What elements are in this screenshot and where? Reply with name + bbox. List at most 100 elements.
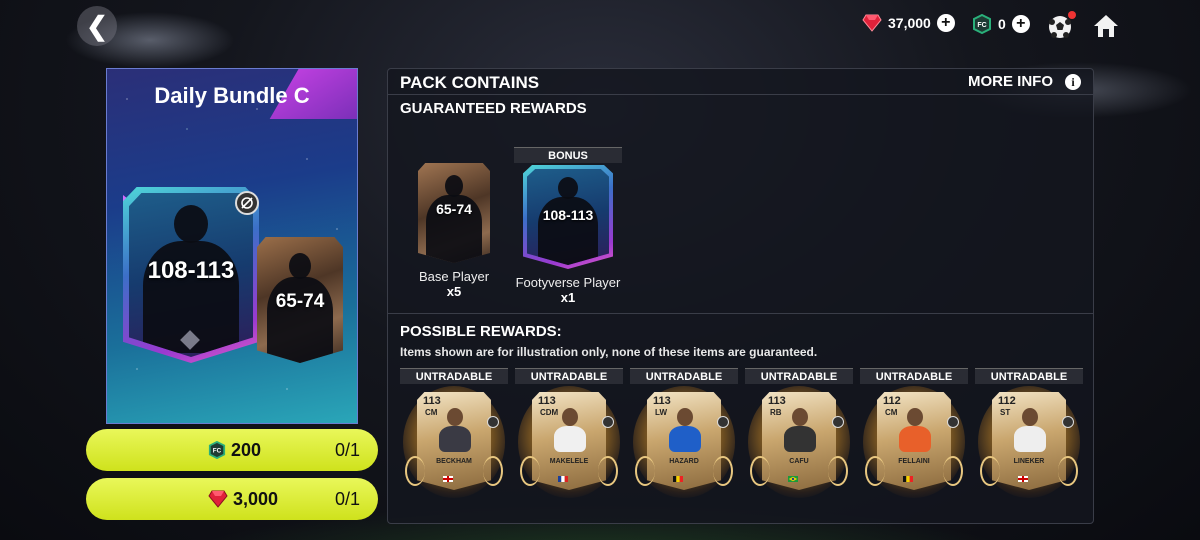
reward-rating: 65-74: [436, 201, 472, 217]
player-silhouette-head: [289, 253, 311, 279]
gem-amount: 37,000: [888, 15, 931, 31]
laurel-left: [980, 456, 1000, 486]
base-player-card: 65-74: [257, 237, 343, 363]
player-silhouette-head: [445, 175, 463, 197]
player-portrait-head: [677, 408, 693, 426]
base-rating-range: 65-74: [275, 291, 325, 312]
player-portrait-head: [907, 408, 923, 426]
home-icon[interactable]: [1092, 12, 1120, 40]
untradable-icon: [947, 416, 959, 428]
player-card: 112 ST LINEKER: [978, 386, 1080, 498]
reward-count: x1: [560, 290, 576, 305]
laurel-right: [483, 456, 503, 486]
possible-reward-card[interactable]: UNTRADABLE 113 LW HAZARD: [630, 368, 738, 498]
untradable-tag: UNTRADABLE: [515, 368, 623, 384]
untradable-tag: UNTRADABLE: [975, 368, 1083, 384]
possible-reward-card[interactable]: UNTRADABLE 113 CDM MAKELELE: [515, 368, 623, 498]
buy-with-gems-button[interactable]: 3,000 0/1: [86, 478, 378, 520]
gem-price-value: 3,000: [233, 488, 279, 509]
player-card: 113 CDM MAKELELE: [518, 386, 620, 498]
gem-balance: 37,000 +: [862, 14, 955, 32]
player-portrait-body: [899, 426, 931, 452]
section-divider: [388, 313, 1093, 314]
player-portrait-body: [669, 426, 701, 452]
possible-reward-card[interactable]: UNTRADABLE 112 CM FELLAINI: [860, 368, 968, 498]
reward-rating: 108-113: [542, 207, 594, 223]
add-gems-plus-icon[interactable]: +: [936, 14, 955, 32]
pack-contents-panel: PACK CONTAINS MORE INFO i GUARANTEED REW…: [387, 68, 1094, 524]
player-card: 113 CM BECKHAM: [403, 386, 505, 498]
footyverse-rating-range: 108-113: [147, 257, 235, 284]
notification-dot: [1068, 11, 1076, 19]
player-silhouette-head: [558, 177, 578, 199]
player-portrait-body: [784, 426, 816, 452]
laurel-left: [520, 456, 540, 486]
possible-rewards-title: POSSIBLE REWARDS:: [400, 323, 562, 340]
chevron-left-icon: ❮: [86, 10, 108, 41]
possible-reward-card[interactable]: UNTRADABLE 113 RB CAFU: [745, 368, 853, 498]
laurel-left: [750, 456, 770, 486]
player-ovr: 113: [423, 395, 441, 407]
possible-reward-card[interactable]: UNTRADABLE 112 ST LINEKER: [975, 368, 1083, 498]
laurel-right: [598, 456, 618, 486]
untradable-icon: [235, 191, 259, 215]
gem-icon: [208, 490, 228, 508]
player-portrait-head: [792, 408, 808, 426]
belgium-flag-icon: [673, 469, 683, 482]
untradable-tag: UNTRADABLE: [745, 368, 853, 384]
reward-footyverse-player[interactable]: BONUS 108-113 Footyverse Player x1: [514, 147, 622, 305]
player-position: LW: [655, 408, 667, 417]
untradable-tag: UNTRADABLE: [860, 368, 968, 384]
player-portrait-body: [554, 426, 586, 452]
player-portrait-body: [1014, 426, 1046, 452]
player-card: 112 CM FELLAINI: [863, 386, 965, 498]
pack-artwork: Daily Bundle C 108-113 65-74: [106, 68, 358, 424]
player-portrait-head: [1022, 408, 1038, 426]
player-portrait-head: [447, 408, 463, 426]
france-flag-icon: [558, 469, 568, 482]
footyverse-card: 108-113: [523, 165, 613, 269]
token-icon: FC: [972, 14, 992, 34]
player-position: CM: [425, 408, 438, 417]
token-icon: FC: [208, 441, 226, 459]
guaranteed-rewards-title: GUARANTEED REWARDS: [400, 100, 587, 117]
untradable-icon: [1062, 416, 1074, 428]
svg-text:FC: FC: [977, 22, 986, 29]
untradable-tag: UNTRADABLE: [400, 368, 508, 384]
laurel-left: [865, 456, 885, 486]
disclaimer-text: Items shown are for illustration only, n…: [400, 345, 818, 359]
untradable-icon: [717, 416, 729, 428]
player-silhouette-body: [267, 277, 333, 363]
player-ovr: 113: [538, 395, 556, 407]
player-silhouette-head: [174, 205, 208, 243]
buy-with-tokens-button[interactable]: FC 200 0/1: [86, 429, 378, 471]
player-position: CM: [885, 408, 898, 417]
laurel-left: [635, 456, 655, 486]
back-button[interactable]: ❮: [77, 6, 117, 46]
info-icon[interactable]: i: [1065, 74, 1081, 90]
panel-header: PACK CONTAINS MORE INFO i: [388, 69, 1093, 95]
base-player-card: 65-74: [418, 163, 490, 263]
svg-text:FC: FC: [213, 448, 222, 455]
player-card: 113 LW HAZARD: [633, 386, 735, 498]
player-portrait-head: [562, 408, 578, 426]
gem-icon: [862, 14, 882, 32]
panel-title: PACK CONTAINS: [400, 73, 540, 92]
england-flag-icon: [1018, 469, 1028, 482]
more-info-link[interactable]: MORE INFO: [968, 73, 1053, 90]
token-price: FC 200: [208, 440, 261, 461]
reward-base-player[interactable]: 65-74 Base Player x5: [406, 163, 502, 299]
token-balance: FC 0 +: [972, 14, 1030, 34]
laurel-right: [828, 456, 848, 486]
possible-reward-card[interactable]: UNTRADABLE 113 CM BECKHAM: [400, 368, 508, 498]
player-portrait-body: [439, 426, 471, 452]
player-ovr: 113: [653, 395, 671, 407]
purchase-limit: 0/1: [334, 488, 360, 509]
add-tokens-plus-icon[interactable]: +: [1011, 15, 1030, 33]
player-position: RB: [770, 408, 782, 417]
untradable-icon: [832, 416, 844, 428]
untradable-icon: [487, 416, 499, 428]
gem-price: 3,000: [208, 489, 278, 510]
reward-count: x5: [446, 284, 462, 299]
pack-title: Daily Bundle C: [154, 83, 310, 108]
